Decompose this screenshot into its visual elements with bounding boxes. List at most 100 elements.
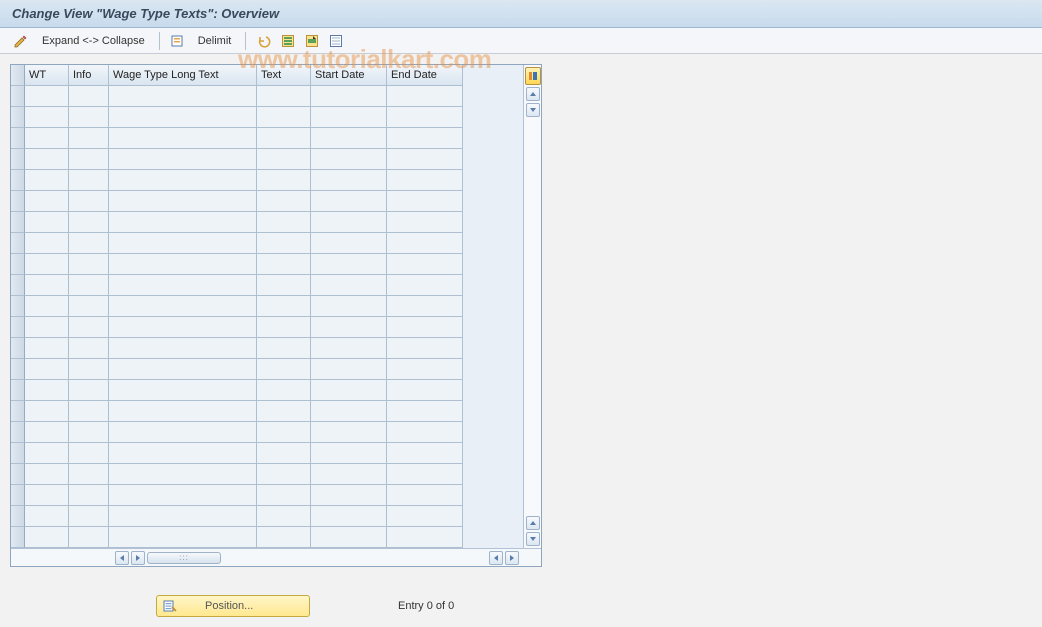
cell-wt[interactable] [25,191,69,212]
cell-info[interactable] [69,506,109,527]
cell-longtext[interactable] [109,485,257,506]
cell-longtext[interactable] [109,212,257,233]
table-row[interactable] [11,296,523,317]
cell-text[interactable] [257,401,311,422]
cell-enddate[interactable] [387,527,463,548]
cell-startdate[interactable] [311,527,387,548]
cell-enddate[interactable] [387,149,463,170]
cell-text[interactable] [257,506,311,527]
row-selector[interactable] [11,149,25,170]
cell-text[interactable] [257,191,311,212]
cell-startdate[interactable] [311,296,387,317]
cell-enddate[interactable] [387,464,463,485]
cell-enddate[interactable] [387,506,463,527]
table-row[interactable] [11,443,523,464]
cell-wt[interactable] [25,443,69,464]
cell-text[interactable] [257,212,311,233]
scroll-thumb[interactable]: ::: [147,552,221,564]
cell-info[interactable] [69,527,109,548]
cell-text[interactable] [257,86,311,107]
cell-startdate[interactable] [311,443,387,464]
cell-wt[interactable] [25,485,69,506]
cell-wt[interactable] [25,527,69,548]
cell-enddate[interactable] [387,191,463,212]
cell-longtext[interactable] [109,128,257,149]
cell-enddate[interactable] [387,275,463,296]
cell-wt[interactable] [25,359,69,380]
cell-wt[interactable] [25,86,69,107]
cell-text[interactable] [257,149,311,170]
cell-enddate[interactable] [387,443,463,464]
cell-text[interactable] [257,380,311,401]
cell-startdate[interactable] [311,422,387,443]
cell-wt[interactable] [25,170,69,191]
table-row[interactable] [11,254,523,275]
cell-wt[interactable] [25,380,69,401]
cell-enddate[interactable] [387,401,463,422]
cell-text[interactable] [257,170,311,191]
cell-startdate[interactable] [311,170,387,191]
col-header-longtext[interactable]: Wage Type Long Text [109,65,257,86]
scroll-down-button-bottom[interactable] [526,532,540,546]
row-selector[interactable] [11,359,25,380]
cell-startdate[interactable] [311,485,387,506]
position-button[interactable]: Position... [156,595,310,617]
cell-info[interactable] [69,149,109,170]
row-selector[interactable] [11,422,25,443]
cell-info[interactable] [69,485,109,506]
cell-longtext[interactable] [109,296,257,317]
cell-enddate[interactable] [387,212,463,233]
cell-startdate[interactable] [311,149,387,170]
row-selector[interactable] [11,527,25,548]
row-selector[interactable] [11,464,25,485]
row-selector-header[interactable] [11,65,25,86]
cell-enddate[interactable] [387,359,463,380]
cell-info[interactable] [69,338,109,359]
table-row[interactable] [11,86,523,107]
row-selector[interactable] [11,296,25,317]
scroll-left-button-end[interactable] [489,551,503,565]
scroll-down-button[interactable] [526,103,540,117]
col-header-info[interactable]: Info [69,65,109,86]
cell-wt[interactable] [25,422,69,443]
cell-longtext[interactable] [109,149,257,170]
cell-enddate[interactable] [387,170,463,191]
table-row[interactable] [11,170,523,191]
other-view-button[interactable] [10,31,32,51]
row-selector[interactable] [11,254,25,275]
table-row[interactable] [11,191,523,212]
row-selector[interactable] [11,170,25,191]
undo-button[interactable] [254,31,274,51]
cell-text[interactable] [257,128,311,149]
cell-startdate[interactable] [311,401,387,422]
cell-longtext[interactable] [109,170,257,191]
cell-text[interactable] [257,296,311,317]
row-selector[interactable] [11,338,25,359]
cell-enddate[interactable] [387,128,463,149]
cell-startdate[interactable] [311,359,387,380]
cell-longtext[interactable] [109,338,257,359]
cell-longtext[interactable] [109,380,257,401]
cell-startdate[interactable] [311,191,387,212]
cell-wt[interactable] [25,317,69,338]
cell-text[interactable] [257,254,311,275]
row-selector[interactable] [11,212,25,233]
cell-wt[interactable] [25,338,69,359]
select-block-button[interactable] [302,31,322,51]
cell-longtext[interactable] [109,464,257,485]
cell-wt[interactable] [25,233,69,254]
cell-longtext[interactable] [109,443,257,464]
cell-wt[interactable] [25,464,69,485]
cell-startdate[interactable] [311,128,387,149]
table-row[interactable] [11,107,523,128]
cell-info[interactable] [69,107,109,128]
delimit-button[interactable]: Delimit [192,31,238,51]
cell-wt[interactable] [25,149,69,170]
cell-info[interactable] [69,464,109,485]
cell-text[interactable] [257,359,311,380]
table-row[interactable] [11,506,523,527]
cell-startdate[interactable] [311,107,387,128]
cell-info[interactable] [69,296,109,317]
table-row[interactable] [11,464,523,485]
col-header-wt[interactable]: WT [25,65,69,86]
